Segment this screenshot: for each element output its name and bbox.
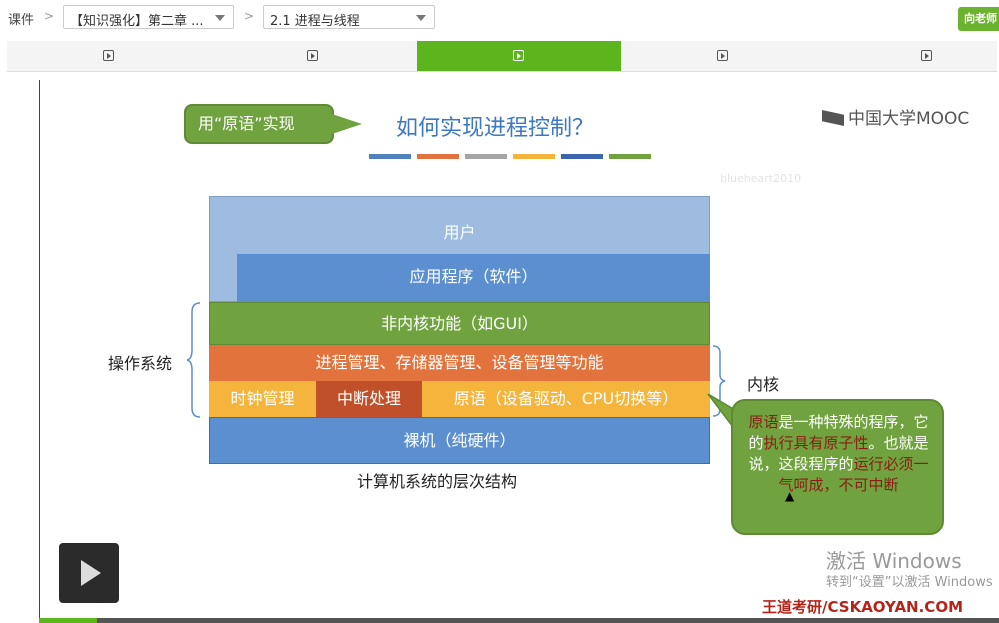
- play-icon: [103, 50, 114, 61]
- diagram-caption: 计算机系统的层次结构: [357, 472, 518, 491]
- activate-windows-title: 激活 Windows: [826, 549, 962, 573]
- user-layer-label: 用户: [443, 223, 476, 242]
- callout-tail: [332, 114, 362, 134]
- mooc-logo: 中国大学MOOC: [822, 104, 969, 129]
- section-dropdown-value: 2.1 进程与线程: [270, 14, 360, 29]
- play-icon: [921, 50, 932, 61]
- course-topbar: 课件 > 【知识强化】第二章 ... > 2.1 进程与线程 向老师: [0, 0, 999, 36]
- app-layer: 应用程序（软件）: [237, 254, 710, 302]
- color-bar: [465, 154, 507, 159]
- bare-machine-layer: 裸机（纯硬件）: [209, 417, 710, 464]
- video-tab-1[interactable]: [7, 41, 211, 71]
- slide-title: 如何实现进程控制？: [396, 116, 595, 141]
- callout-highlight: 原语: [748, 413, 779, 431]
- video-progress-bar[interactable]: [39, 618, 999, 623]
- ask-teacher-button[interactable]: 向老师: [958, 7, 999, 31]
- video-tab-2[interactable]: [211, 41, 415, 71]
- play-icon: [307, 50, 318, 61]
- chevron-right-icon: >: [44, 9, 55, 23]
- primitive-block: 原语（设备驱动、CPU切换等）: [422, 381, 710, 417]
- video-progress-fill: [39, 618, 97, 623]
- activate-windows-subtitle: 转到“设置”以激活 Windows: [826, 575, 993, 590]
- chevron-down-icon: [416, 15, 426, 21]
- os-brace: [186, 302, 201, 418]
- play-button[interactable]: [59, 543, 119, 603]
- mouse-cursor-icon: ▲: [785, 489, 795, 503]
- play-icon: [717, 50, 728, 61]
- callout-highlight: 执行具有原子性: [763, 434, 869, 452]
- color-bar: [609, 154, 651, 159]
- video-tab-5[interactable]: [825, 41, 999, 71]
- nonkernel-layer: 非内核功能（如GUI）: [209, 302, 710, 345]
- primitive-explanation-callout: 原语是一种特殊的程序，它的执行具有原子性。也就是说，这段程序的运行必须一气呵成，…: [731, 399, 944, 535]
- play-icon: [513, 50, 524, 61]
- chapter-dropdown-value: 【知识强化】第二章 ...: [70, 14, 204, 29]
- video-tab-4[interactable]: [621, 41, 825, 71]
- os-label: 操作系统: [108, 354, 173, 373]
- chapter-dropdown[interactable]: 【知识强化】第二章 ...: [63, 5, 234, 29]
- mooc-logo-text: 中国大学MOOC: [848, 109, 970, 129]
- clock-mgmt-block: 时钟管理: [209, 381, 316, 417]
- color-bar: [561, 154, 603, 159]
- color-bar: [369, 154, 411, 159]
- mooc-logo-icon: [822, 110, 844, 126]
- color-bar: [417, 154, 459, 159]
- chevron-down-icon: [215, 15, 225, 21]
- video-tab-3[interactable]: [417, 41, 621, 71]
- primitive-callout-text: 用“原语”实现: [198, 114, 295, 133]
- chevron-right-icon: >: [244, 9, 255, 23]
- process-mgmt-layer: 进程管理、存储器管理、设备管理等功能: [209, 345, 710, 381]
- site-credit: 王道考研/CSKAOYAN.COM: [762, 598, 963, 616]
- courseware-label: 课件: [8, 13, 35, 28]
- video-tabs: [7, 41, 997, 72]
- color-bar: [513, 154, 555, 159]
- interrupt-block: 中断处理: [316, 381, 422, 417]
- primitive-callout: 用“原语”实现: [184, 104, 362, 144]
- watermark: blueheart2010: [720, 172, 802, 185]
- section-dropdown[interactable]: 2.1 进程与线程: [263, 5, 435, 29]
